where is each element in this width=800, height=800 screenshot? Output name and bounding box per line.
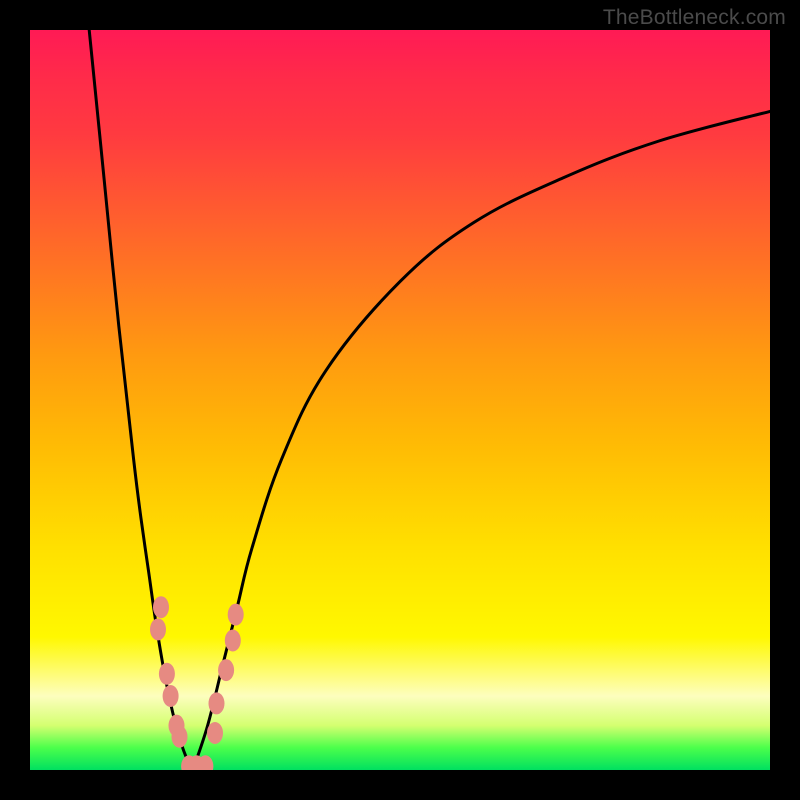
chart-frame: TheBottleneck.com [0,0,800,800]
scatter-dot [150,618,166,640]
scatter-dot [209,692,225,714]
scatter-dot [225,630,241,652]
scatter-dot [172,726,188,748]
scatter-dot [159,663,175,685]
scatter-dot [228,604,244,626]
left-curve-line [89,30,193,770]
scatter-dot [153,596,169,618]
scatter-dot [207,722,223,744]
watermark-text: TheBottleneck.com [603,6,786,30]
plot-area [30,30,770,770]
scatter-points [150,596,244,770]
scatter-dot [218,659,234,681]
chart-svg [30,30,770,770]
right-curve-line [193,111,770,770]
scatter-dot [163,685,179,707]
